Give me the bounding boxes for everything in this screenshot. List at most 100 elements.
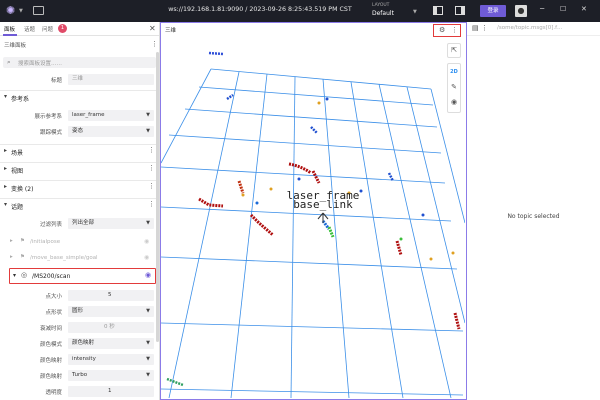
topic-row-goal[interactable]: ▸ ⚑ /move_base_simple/goal ◉ bbox=[0, 252, 159, 264]
3d-viewport[interactable]: laser_frame base_link 三维 ⚙ ⋮ ⇱ 2D ✎ ◉ bbox=[160, 22, 467, 400]
section-view[interactable]: ▸ 视图 ⋮ bbox=[0, 162, 159, 175]
topic-row-scan[interactable]: ▾ ◎ /MS200/scan ◉ bbox=[9, 268, 156, 284]
collapse-icon: ▸ bbox=[4, 183, 8, 190]
point-shape-select[interactable]: 圆形 ▼ bbox=[68, 306, 154, 317]
color-field-select[interactable]: intensity ▼ bbox=[68, 354, 154, 365]
point-size-input[interactable]: 5 bbox=[68, 290, 154, 301]
layout-chevron-icon[interactable]: ▼ bbox=[413, 9, 417, 15]
menu-icon[interactable]: ⋮ bbox=[481, 24, 488, 32]
more-icon[interactable]: ⋮ bbox=[148, 164, 155, 172]
sidebar-scrollbar[interactable] bbox=[156, 52, 159, 342]
color-mode-select[interactable]: 颜色映射 ▼ bbox=[68, 338, 154, 349]
more-icon[interactable]: ⋮ bbox=[148, 146, 155, 154]
gear-icon[interactable]: ⚙ bbox=[439, 26, 445, 34]
topic-filter-label: 过滤列表 bbox=[39, 222, 62, 228]
window-icon[interactable] bbox=[33, 6, 44, 15]
point-shape-value: 圆形 bbox=[72, 308, 84, 314]
point-size-value: 5 bbox=[108, 292, 112, 298]
cursor-icon[interactable]: ⇱ bbox=[448, 46, 460, 54]
more-icon[interactable]: ⋮ bbox=[148, 182, 155, 190]
tab-topics[interactable]: 话题 bbox=[24, 25, 35, 33]
layout-selector[interactable]: Default bbox=[372, 10, 394, 17]
left-sidebar-toggle-icon[interactable] bbox=[433, 6, 443, 15]
frame-label-base: base_link bbox=[293, 198, 353, 211]
collapse-icon: ▸ bbox=[10, 254, 13, 260]
more-icon[interactable]: ⋮ bbox=[451, 26, 458, 34]
ground-grid bbox=[161, 68, 465, 398]
publish-point-icon[interactable]: ◉ bbox=[448, 98, 460, 106]
panel-settings-sidebar: 面板 话题 问题 1 ✕ 三维面板 ⋮ ⌕ 搜索面板设置…… 标题 三维 ▾ 参… bbox=[0, 22, 160, 400]
login-button[interactable]: 登录 bbox=[480, 5, 506, 17]
follow-mode-select[interactable]: 姿态 ▼ bbox=[68, 126, 154, 137]
tab-panels[interactable]: 面板 bbox=[4, 25, 15, 33]
opacity-value: 1 bbox=[108, 388, 112, 394]
connection-title: ws://192.168.1.81:9090 / 2023-09-26 8:25… bbox=[168, 6, 352, 13]
visibility-off-icon[interactable]: ◉ bbox=[144, 254, 149, 261]
viewport-settings-highlight: ⚙ ⋮ bbox=[433, 24, 461, 37]
top-bar: ✺ ▼ ws://192.168.1.81:9090 / 2023-09-26 … bbox=[0, 0, 600, 22]
decay-time-input[interactable]: 0 秒 bbox=[68, 322, 154, 333]
chevron-down-icon: ▼ bbox=[146, 372, 150, 378]
decay-time-value: 0 秒 bbox=[104, 324, 115, 330]
decay-time-label: 衰减时间 bbox=[39, 326, 62, 332]
section-label: 场景 bbox=[11, 150, 24, 157]
2d-view-toggle[interactable]: 2D bbox=[448, 69, 460, 75]
flag-icon: ⚑ bbox=[20, 254, 25, 260]
chevron-down-icon: ▼ bbox=[146, 220, 150, 226]
tab-problems[interactable]: 问题 bbox=[42, 25, 53, 33]
display-frame-select[interactable]: laser_frame ▼ bbox=[68, 110, 154, 121]
sidebar-tabs: 面板 话题 问题 1 ✕ bbox=[0, 22, 159, 36]
app-logo-icon[interactable]: ✺ bbox=[6, 5, 18, 17]
section-transforms[interactable]: ▸ 变换 (2) ⋮ bbox=[0, 180, 159, 193]
visibility-off-icon[interactable]: ◉ bbox=[144, 238, 149, 245]
chevron-down-icon[interactable]: ▼ bbox=[19, 8, 25, 14]
point-size-label: 点大小 bbox=[45, 294, 62, 300]
topic-filter-select[interactable]: 列出全部 ▼ bbox=[68, 218, 154, 229]
section-reference[interactable]: ▾ 参考系 bbox=[0, 90, 159, 103]
clipboard-icon[interactable]: ▤ bbox=[472, 24, 479, 32]
color-map-select[interactable]: Turbo ▼ bbox=[68, 370, 154, 381]
raw-messages-panel: ▤ ⋮ /some/topic.msgs[0].f… No topic sele… bbox=[467, 22, 600, 400]
empty-state-text: No topic selected bbox=[507, 213, 560, 220]
display-frame-label: 展示参考系 bbox=[34, 114, 62, 120]
close-window-icon[interactable]: ✕ bbox=[581, 5, 587, 13]
ruler-icon[interactable]: ✎ bbox=[448, 83, 460, 91]
visibility-icon[interactable]: ◉ bbox=[145, 271, 151, 279]
title-field[interactable]: 三维 bbox=[68, 74, 154, 85]
flag-icon: ⚑ bbox=[20, 238, 25, 244]
topic-label: /initialpose bbox=[30, 239, 61, 245]
section-scene[interactable]: ▸ 场景 ⋮ bbox=[0, 144, 159, 157]
close-sidebar-icon[interactable]: ✕ bbox=[149, 24, 156, 33]
layout-label: LAYOUT bbox=[372, 3, 390, 8]
collapse-icon: ▸ bbox=[4, 165, 8, 172]
topic-path-header: ▤ ⋮ /some/topic.msgs[0].f… bbox=[467, 22, 600, 36]
section-label: 话题 bbox=[11, 204, 24, 211]
opacity-input[interactable]: 1 bbox=[68, 386, 154, 397]
topic-row-initialpose[interactable]: ▸ ⚑ /initialpose ◉ bbox=[0, 236, 159, 248]
topic-label: /move_base_simple/goal bbox=[30, 255, 98, 261]
color-mode-label: 颜色模式 bbox=[39, 342, 62, 348]
viewport-title: 三维 bbox=[165, 28, 177, 34]
scan-icon: ◎ bbox=[21, 271, 28, 279]
section-topics[interactable]: ▾ 话题 ⋮ bbox=[0, 198, 159, 211]
minimize-icon[interactable]: ─ bbox=[540, 5, 544, 13]
3d-scene-canvas[interactable]: laser_frame base_link bbox=[161, 23, 465, 398]
collapse-icon: ▸ bbox=[10, 238, 13, 244]
chevron-down-icon: ▼ bbox=[146, 340, 150, 346]
panel-menu-icon[interactable]: ⋮ bbox=[151, 40, 158, 48]
expand-icon: ▾ bbox=[4, 201, 8, 208]
maximize-icon[interactable]: ☐ bbox=[560, 5, 566, 13]
user-icon[interactable]: ● bbox=[515, 5, 527, 17]
color-mode-value: 颜色映射 bbox=[72, 340, 95, 346]
topic-path-input[interactable]: /some/topic.msgs[0].f… bbox=[497, 25, 563, 31]
select-tool-group: ⇱ bbox=[447, 43, 461, 58]
right-sidebar-toggle-icon[interactable] bbox=[455, 6, 465, 15]
topic-filter-value: 列出全部 bbox=[72, 220, 95, 226]
settings-search-input[interactable]: ⌕ 搜索面板设置…… bbox=[3, 57, 156, 68]
display-frame-value: laser_frame bbox=[72, 112, 105, 118]
color-map-label: 颜色映射 bbox=[39, 374, 62, 380]
chevron-down-icon: ▼ bbox=[146, 112, 150, 118]
title-label: 标题 bbox=[50, 78, 62, 84]
color-map-value: Turbo bbox=[72, 372, 88, 378]
more-icon[interactable]: ⋮ bbox=[148, 200, 155, 208]
